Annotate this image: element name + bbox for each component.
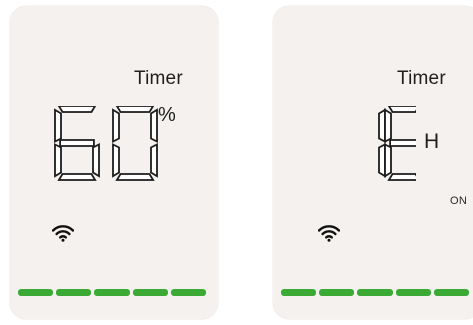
digit-segment-a <box>115 106 155 113</box>
level-segment <box>170 289 207 296</box>
digit-segment-e <box>54 143 62 178</box>
level-segment <box>281 289 317 296</box>
unit-label: H <box>424 130 440 153</box>
screen: Timer % Timer H ON <box>0 0 473 325</box>
wifi-icon <box>52 225 74 242</box>
wifi-icon <box>318 225 340 242</box>
digit-segment-e <box>112 143 120 178</box>
level-segment <box>357 289 393 296</box>
digit-segment-d <box>387 173 416 181</box>
digit-segment-c <box>92 143 100 178</box>
level-segment <box>132 289 168 296</box>
unit-label: % <box>158 104 176 126</box>
timer-label: Timer <box>134 68 183 89</box>
level-segment <box>433 289 470 296</box>
level-bar <box>281 289 470 296</box>
level-segment <box>56 289 92 296</box>
seven-segment-display <box>346 106 416 182</box>
digit-segment-g <box>59 139 95 147</box>
level-segment <box>18 289 54 296</box>
level-bar <box>18 289 207 296</box>
digit-segment-d <box>115 173 155 181</box>
status-label: ON <box>450 195 468 207</box>
timer-label: Timer <box>397 68 446 89</box>
digit-segment-a <box>57 106 97 113</box>
digit-segment-f <box>112 108 120 143</box>
digits-svg <box>54 106 158 181</box>
digit-segment-a <box>387 106 416 113</box>
digit-segment-g <box>389 139 416 147</box>
digit-segment-b <box>150 108 158 143</box>
level-segment <box>94 289 130 296</box>
digit-segment-d <box>57 173 97 181</box>
seven-segment-display <box>54 106 164 182</box>
digit-segment-e <box>384 143 392 178</box>
timer-panel-left: Timer % <box>10 6 218 319</box>
digits-svg <box>378 106 416 181</box>
digit-segment-c <box>150 143 158 178</box>
digit-segment-f <box>384 108 392 143</box>
level-segment <box>395 289 431 296</box>
digit-segment-f <box>54 108 62 143</box>
timer-panel-right: Timer H ON <box>273 6 473 319</box>
level-segment <box>319 289 355 296</box>
